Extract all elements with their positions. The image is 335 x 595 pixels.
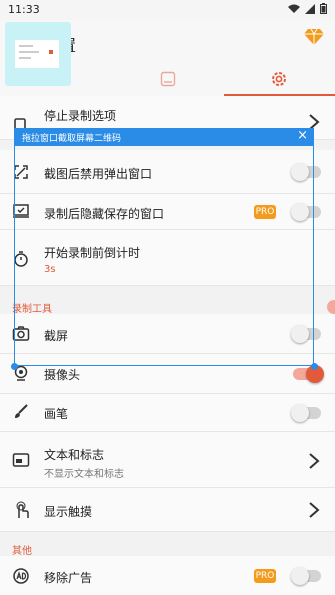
- side-dot: [327, 300, 335, 314]
- signal-icon: [305, 3, 315, 14]
- resize-handle-bottom-left[interactable]: [11, 363, 18, 370]
- row-label: 移除广告: [44, 571, 93, 585]
- row-label: 画笔: [44, 407, 69, 421]
- capture-region[interactable]: [14, 128, 314, 366]
- brush-icon: [15, 404, 28, 418]
- row-label: 文本和标志: [44, 448, 105, 462]
- wifi-icon: [288, 4, 300, 13]
- status-icons: [288, 3, 327, 14]
- status-time: 11:33: [8, 3, 40, 16]
- row-text-logo[interactable]: 文本和标志 不显示文本和标志: [0, 432, 335, 488]
- section-title: 其他: [12, 546, 32, 557]
- pro-badge: PRO: [254, 569, 276, 583]
- picture-in-picture-icon: [12, 453, 30, 467]
- row-sublabel: 不显示文本和标志: [44, 469, 124, 480]
- screenshot-thumbnail[interactable]: [5, 22, 71, 86]
- capture-region-header[interactable]: 拖拉窗口截取屏幕二维码 ×: [14, 128, 314, 146]
- battery-icon: [320, 3, 327, 14]
- thumbnail-lines: [19, 45, 53, 59]
- row-remove-ads[interactable]: 移除广告 PRO: [0, 556, 335, 595]
- row-label: 停止录制选项: [44, 109, 117, 123]
- tab-settings-icon[interactable]: [270, 70, 288, 88]
- camera-toggle[interactable]: [293, 365, 324, 383]
- section-other: 其他: [0, 532, 335, 557]
- tab-image-icon[interactable]: [160, 71, 176, 87]
- brush-toggle[interactable]: [291, 404, 321, 422]
- thumbnail-content: [15, 40, 59, 68]
- row-label: 摄像头: [44, 368, 81, 382]
- diamond-icon[interactable]: [304, 28, 324, 46]
- remove-ads-toggle[interactable]: [291, 567, 321, 585]
- row-show-touches[interactable]: 显示触摸: [0, 488, 335, 532]
- chevron-right-icon: [309, 502, 320, 518]
- ad-badge-icon: [13, 568, 29, 584]
- row-label: 显示触摸: [44, 505, 93, 519]
- resize-handle-bottom-right[interactable]: [311, 363, 318, 370]
- status-bar: 11:33: [0, 0, 335, 20]
- close-icon[interactable]: ×: [297, 129, 308, 143]
- chevron-right-icon: [309, 453, 320, 469]
- row-brush[interactable]: 画笔: [0, 394, 335, 432]
- capture-region-hint: 拖拉窗口截取屏幕二维码: [22, 134, 122, 144]
- touch-icon: [16, 501, 29, 518]
